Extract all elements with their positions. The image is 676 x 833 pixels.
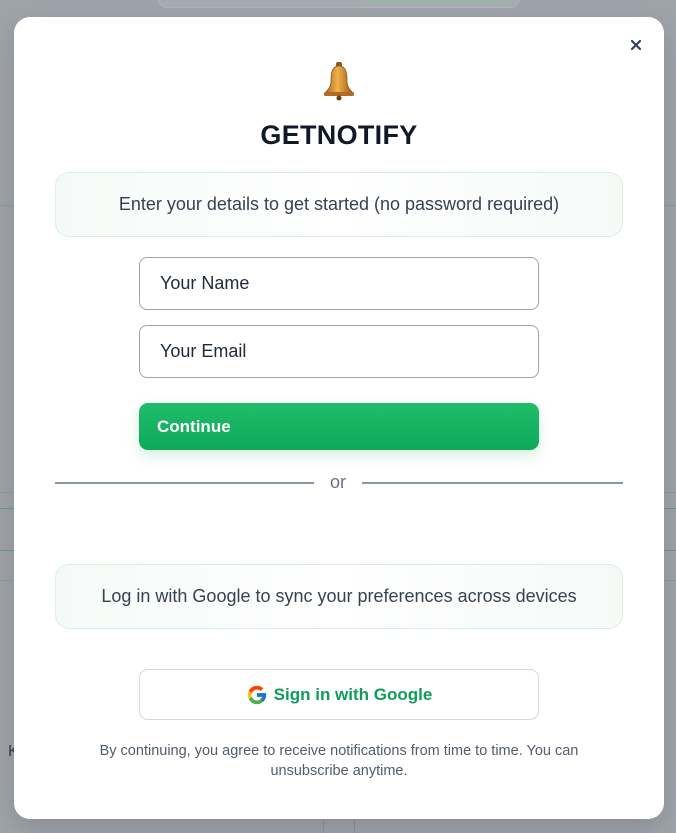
google-logo-icon xyxy=(247,685,266,704)
divider-line-right xyxy=(362,482,623,484)
email-input[interactable] xyxy=(139,325,539,378)
intro-info-box: Enter your details to get started (no pa… xyxy=(55,172,623,237)
signup-modal: GETNOTIFY Enter your details to get star… xyxy=(14,17,664,819)
app-title: GETNOTIFY xyxy=(260,120,418,150)
name-input[interactable] xyxy=(139,257,539,310)
google-info-text: Log in with Google to sync your preferen… xyxy=(101,586,577,606)
intro-text: Enter your details to get started (no pa… xyxy=(118,194,560,214)
continue-button[interactable]: Continue xyxy=(139,403,539,450)
google-info-box: Log in with Google to sync your preferen… xyxy=(55,564,623,629)
divider-line-left xyxy=(55,482,314,484)
disclaimer-text: By continuing, you agree to receive noti… xyxy=(99,743,579,779)
google-signin-label: Sign in with Google xyxy=(273,684,433,704)
divider-or-text: or xyxy=(314,472,362,493)
bell-icon xyxy=(324,62,354,101)
google-signin-button[interactable]: Sign in with Google xyxy=(139,669,539,720)
close-icon[interactable] xyxy=(628,37,644,53)
background-toggle-active xyxy=(362,0,510,4)
